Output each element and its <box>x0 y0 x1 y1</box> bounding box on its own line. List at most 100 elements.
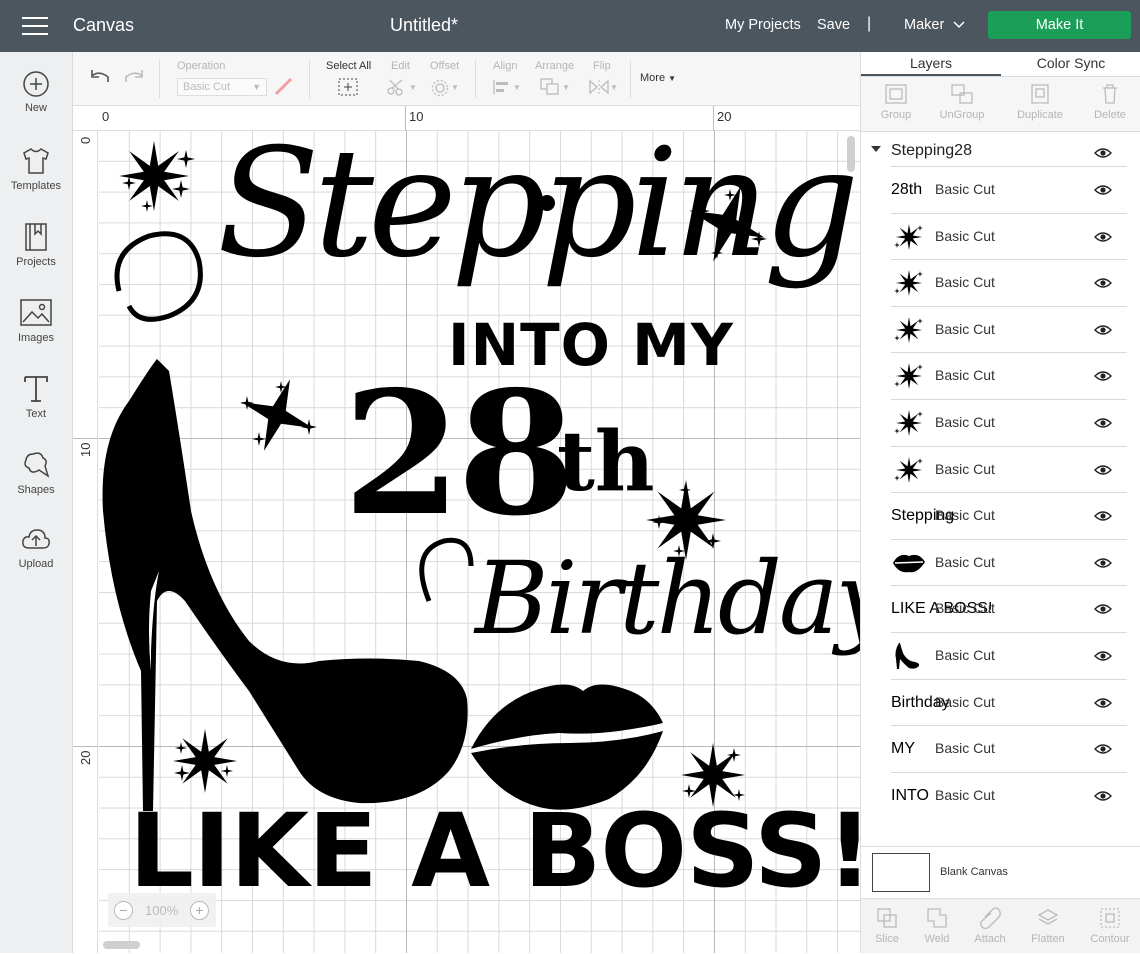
more-menu[interactable]: More ▼ <box>640 72 676 84</box>
paperclip-icon <box>980 907 1001 929</box>
chevron-down-icon[interactable]: ▼ <box>610 83 618 92</box>
eye-icon[interactable] <box>1094 277 1112 289</box>
nav-projects[interactable]: Projects <box>0 222 72 282</box>
layer-thumbnail: LIKE A BOSS! <box>891 594 992 624</box>
eye-icon[interactable] <box>1094 147 1112 159</box>
chevron-down-icon[interactable]: ▼ <box>451 83 459 92</box>
scissors-icon[interactable] <box>386 78 406 96</box>
flip-icon[interactable] <box>588 79 610 95</box>
slice-button[interactable]: Slice <box>861 899 913 954</box>
arrange-icon[interactable] <box>540 78 560 96</box>
layer-name: Basic Cut <box>935 181 995 197</box>
attach-button[interactable]: Attach <box>964 899 1016 954</box>
design-text-birthday[interactable]: Birthday <box>475 549 860 649</box>
undo-icon[interactable] <box>89 68 111 86</box>
operation-select[interactable]: Basic Cut ▼ <box>177 78 267 96</box>
layer-row[interactable]: Basic Cut <box>891 399 1127 446</box>
layer-row[interactable]: Basic Cut <box>891 212 1127 260</box>
chevron-down-icon[interactable]: ▼ <box>513 83 521 92</box>
make-it-button[interactable]: Make It <box>988 11 1131 39</box>
linetype-color-swatch-icon[interactable] <box>273 76 295 98</box>
sparkle-star-icon[interactable] <box>228 366 326 464</box>
duplicate-button[interactable]: Duplicate <box>1005 77 1075 133</box>
design-text-stepping[interactable]: Stepping <box>217 131 859 279</box>
align-icon[interactable] <box>493 79 511 95</box>
zoom-control: − 100% + <box>108 893 216 927</box>
lips-graphic[interactable] <box>471 684 663 810</box>
eye-icon[interactable] <box>1094 324 1112 336</box>
chevron-down-icon[interactable] <box>953 20 965 29</box>
layer-row[interactable]: Stepping Basic Cut <box>891 492 1127 539</box>
vertical-scrollbar[interactable] <box>847 136 855 172</box>
layer-row[interactable]: Birthday Basic Cut <box>891 678 1127 726</box>
contour-button[interactable]: Contour <box>1084 899 1136 954</box>
layer-row[interactable]: 28th Basic Cut <box>891 166 1127 213</box>
sparkle-star-icon[interactable] <box>173 729 237 793</box>
app-title: Canvas <box>73 15 135 35</box>
save-button[interactable]: Save <box>817 17 850 33</box>
nav-new[interactable]: New <box>0 70 72 130</box>
chevron-down-icon[interactable]: ▼ <box>409 83 417 92</box>
tool-label: Flatten <box>1031 933 1065 945</box>
weld-button[interactable]: Weld <box>911 899 963 954</box>
redo-icon[interactable] <box>123 68 145 86</box>
offset-icon[interactable] <box>431 79 449 97</box>
nav-text[interactable]: Text <box>0 374 72 434</box>
sparkle-star-icon[interactable] <box>119 141 195 212</box>
document-title[interactable]: Untitled* <box>390 15 458 36</box>
zoom-level: 100% <box>145 903 179 918</box>
tab-layers[interactable]: Layers <box>861 52 1001 76</box>
machine-select[interactable]: Maker <box>904 17 944 33</box>
eye-icon[interactable] <box>1094 370 1112 382</box>
zoom-in-button[interactable]: + <box>190 901 209 920</box>
star-thumbnail-icon <box>891 315 927 345</box>
eye-icon[interactable] <box>1094 743 1112 755</box>
zoom-out-button[interactable]: − <box>114 901 133 920</box>
canvas-color-swatch[interactable] <box>872 853 930 892</box>
delete-button[interactable]: Delete <box>1075 77 1140 133</box>
nav-shapes[interactable]: Shapes <box>0 450 72 510</box>
caret-down-icon[interactable] <box>871 146 881 152</box>
eye-icon[interactable] <box>1094 697 1112 709</box>
layer-name: Basic Cut <box>935 320 995 337</box>
eye-icon[interactable] <box>1094 510 1112 522</box>
chevron-down-icon[interactable]: ▼ <box>562 83 570 92</box>
eye-icon[interactable] <box>1094 417 1112 429</box>
eye-icon[interactable] <box>1094 790 1112 802</box>
nav-images[interactable]: Images <box>0 298 72 358</box>
layer-row[interactable]: Basic Cut <box>891 632 1127 679</box>
layer-row[interactable]: Basic Cut <box>891 352 1127 399</box>
layer-group-row[interactable]: Stepping28 <box>861 136 1140 166</box>
layer-row[interactable]: LIKE A BOSS! Basic Cut <box>891 585 1127 632</box>
layer-row[interactable]: Basic Cut <box>891 305 1127 353</box>
design-text-like-a-boss[interactable]: LIKE A BOSS! <box>129 801 860 903</box>
layer-row[interactable]: Basic Cut <box>891 445 1127 493</box>
caret-down-icon: ▼ <box>668 74 677 83</box>
layer-row[interactable]: INTO Basic Cut <box>891 771 1127 819</box>
eye-icon[interactable] <box>1094 464 1112 476</box>
design-canvas[interactable]: Stepping INTO MY 28 th Birthday LIKE A B… <box>99 131 860 953</box>
eye-icon[interactable] <box>1094 650 1112 662</box>
eye-icon[interactable] <box>1094 557 1112 569</box>
design-text-number[interactable]: 28 <box>343 369 576 539</box>
layer-row[interactable]: Basic Cut <box>891 259 1127 306</box>
layer-row[interactable]: MY Basic Cut <box>891 725 1127 772</box>
nav-upload[interactable]: Upload <box>0 526 72 586</box>
star-thumbnail-icon <box>891 361 927 391</box>
nav-templates[interactable]: Templates <box>0 146 72 206</box>
horizontal-scrollbar[interactable] <box>103 941 140 949</box>
my-projects-link[interactable]: My Projects <box>725 17 801 33</box>
group-button[interactable]: Group <box>861 77 931 133</box>
nav-label: Text <box>25 408 47 420</box>
design-text-ordinal[interactable]: th <box>557 421 655 503</box>
flatten-button[interactable]: Flatten <box>1022 899 1074 954</box>
eye-icon[interactable] <box>1094 231 1112 243</box>
hamburger-menu-icon[interactable] <box>22 16 48 36</box>
eye-icon[interactable] <box>1094 603 1112 615</box>
tab-color-sync[interactable]: Color Sync <box>1001 52 1140 76</box>
ruler-horizontal: 0 10 20 <box>73 106 860 131</box>
ungroup-button[interactable]: UnGroup <box>927 77 997 133</box>
layer-row[interactable]: Basic Cut <box>891 538 1127 586</box>
eye-icon[interactable] <box>1094 184 1112 196</box>
select-all-icon[interactable] <box>338 78 358 96</box>
